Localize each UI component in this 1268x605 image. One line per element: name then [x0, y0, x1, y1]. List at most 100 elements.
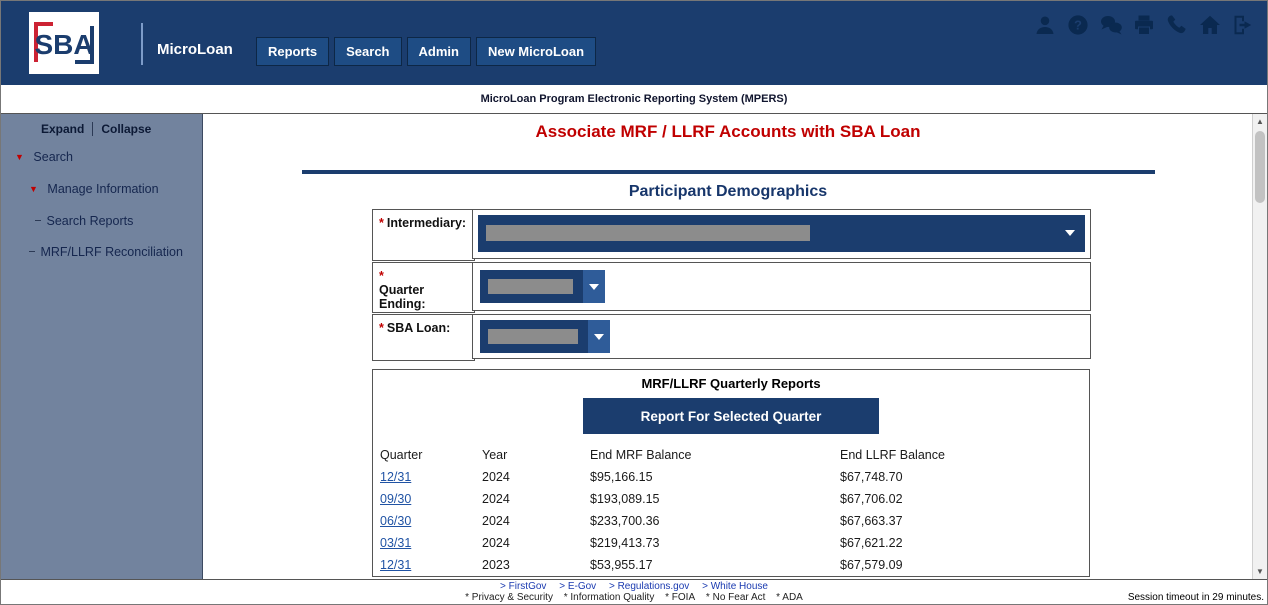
year-cell: 2024 [482, 488, 590, 510]
quarterly-reports-panel: MRF/LLRF Quarterly Reports Report For Se… [372, 369, 1090, 577]
quarter-link[interactable]: 12/31 [380, 558, 411, 572]
quarterly-reports-title: MRF/LLRF Quarterly Reports [373, 376, 1089, 391]
tree-connector [29, 251, 35, 252]
intermediary-label-text: Intermediary: [387, 216, 466, 230]
print-icon[interactable] [1132, 13, 1156, 37]
header-nav: Reports Search Admin New MicroLoan [256, 37, 596, 66]
sidebar-item-label: Search Reports [46, 214, 133, 228]
page-title: Associate MRF / LLRF Accounts with SBA L… [203, 122, 1253, 142]
required-marker: * [379, 216, 384, 230]
header-icons: ? [1033, 13, 1255, 37]
app-name: MicroLoan [157, 41, 233, 58]
home-icon[interactable] [1198, 13, 1222, 37]
quarter-link[interactable]: 06/30 [380, 514, 411, 528]
mrf-balance-cell: $219,413.73 [590, 532, 840, 554]
mrf-balance-cell: $233,700.36 [590, 510, 840, 532]
footer-link-no-fear-act[interactable]: * No Fear Act [706, 592, 765, 603]
svg-text:?: ? [1074, 18, 1082, 33]
footer-link-whitehouse[interactable]: > White House [702, 581, 768, 592]
intermediary-label: *Intermediary: [372, 209, 475, 261]
vertical-scrollbar[interactable]: ▲ ▼ [1252, 114, 1267, 579]
sidebar-expand-collapse: Expand Collapse [41, 122, 151, 136]
quarter-link[interactable]: 09/30 [380, 492, 411, 506]
table-header-row: Quarter Year End MRF Balance End LLRF Ba… [380, 444, 1080, 466]
quarter-ending-label-text: Quarter Ending: [379, 283, 474, 311]
header-bar: SBA MicroLoan Reports Search Admin New M… [1, 1, 1267, 85]
mrf-balance-cell: $53,955.17 [590, 554, 840, 576]
llrf-balance-cell: $67,579.09 [840, 554, 1080, 576]
quarter-ending-label: * Quarter Ending: [372, 262, 475, 313]
table-row: 12/31 2023 $53,955.17 $67,579.09 [380, 554, 1080, 576]
table-row: 03/31 2024 $219,413.73 $67,621.22 [380, 532, 1080, 554]
user-icon[interactable] [1033, 13, 1057, 37]
footer-link-firstgov[interactable]: > FirstGov [500, 581, 546, 592]
phone-icon[interactable] [1165, 13, 1189, 37]
intermediary-field [472, 209, 1091, 259]
quarter-ending-select[interactable] [480, 270, 605, 303]
quarter-ending-field [472, 262, 1091, 311]
title-rule [302, 170, 1155, 174]
select-dropdown-button [588, 320, 610, 353]
footer-link-foia[interactable]: * FOIA [665, 592, 695, 603]
nav-new-microloan-button[interactable]: New MicroLoan [476, 37, 596, 66]
sba-logo[interactable]: SBA [29, 12, 99, 74]
year-cell: 2024 [482, 466, 590, 488]
col-header-quarter: Quarter [380, 444, 482, 466]
sidebar: Expand Collapse ▼ Search ▼ Manage Inform… [1, 114, 203, 579]
mrf-balance-cell: $95,166.15 [590, 466, 840, 488]
footer-links-row2: * Privacy & Security * Information Quali… [1, 593, 1267, 603]
session-timeout-text: Session timeout in 29 minutes. [1128, 592, 1264, 603]
nav-admin-button[interactable]: Admin [407, 37, 471, 66]
collapse-link[interactable]: Collapse [101, 122, 151, 136]
mrf-balance-cell: $193,089.15 [590, 488, 840, 510]
mpers-title: MicroLoan Program Electronic Reporting S… [481, 93, 788, 105]
col-header-end-mrf-balance: End MRF Balance [590, 444, 840, 466]
content-bottom-divider [1, 579, 1267, 580]
footer-link-regulations[interactable]: > Regulations.gov [609, 581, 689, 592]
scrollbar-thumb[interactable] [1255, 131, 1265, 203]
intermediary-select[interactable] [478, 215, 1085, 252]
quarter-link[interactable]: 12/31 [380, 470, 411, 484]
quarterly-reports-table: Quarter Year End MRF Balance End LLRF Ba… [380, 444, 1080, 576]
footer-link-privacy[interactable]: * Privacy & Security [465, 592, 553, 603]
scroll-up-arrow[interactable]: ▲ [1253, 114, 1267, 129]
report-selected-quarter-button[interactable]: Report For Selected Quarter [583, 398, 879, 434]
quarter-link[interactable]: 03/31 [380, 536, 411, 550]
page: SBA MicroLoan Reports Search Admin New M… [0, 0, 1268, 605]
chevron-down-icon [589, 284, 599, 290]
sidebar-item-search[interactable]: ▼ Search [15, 150, 73, 164]
required-marker: * [379, 321, 384, 335]
llrf-balance-cell: $67,748.70 [840, 466, 1080, 488]
footer-link-egov[interactable]: > E-Gov [559, 581, 596, 592]
sba-loan-label: *SBA Loan: [372, 314, 475, 361]
logout-icon[interactable] [1231, 13, 1255, 37]
year-cell: 2023 [482, 554, 590, 576]
chevron-down-icon [594, 334, 604, 340]
llrf-balance-cell: $67,621.22 [840, 532, 1080, 554]
year-cell: 2024 [482, 510, 590, 532]
sidebar-item-manage-information[interactable]: ▼ Manage Information [29, 182, 159, 196]
sba-loan-select[interactable] [480, 320, 610, 353]
nav-reports-button[interactable]: Reports [256, 37, 329, 66]
footer-link-info-quality[interactable]: * Information Quality [564, 592, 655, 603]
expand-collapse-divider [92, 122, 93, 136]
expand-link[interactable]: Expand [41, 122, 84, 136]
chat-icon[interactable] [1099, 13, 1123, 37]
footer-links-row1: > FirstGov > E-Gov > Regulations.gov > W… [1, 582, 1267, 592]
scroll-down-arrow[interactable]: ▼ [1253, 564, 1267, 579]
tree-expanded-icon: ▼ [15, 152, 24, 162]
chevron-down-icon [1065, 230, 1075, 236]
sidebar-item-label: Search [33, 150, 73, 164]
section-title: Participant Demographics [203, 183, 1253, 201]
mpers-bar: MicroLoan Program Electronic Reporting S… [1, 85, 1267, 113]
sidebar-item-label: MRF/LLRF Reconciliation [40, 245, 182, 259]
table-row: 06/30 2024 $233,700.36 $67,663.37 [380, 510, 1080, 532]
table-row: 12/31 2024 $95,166.15 $67,748.70 [380, 466, 1080, 488]
llrf-balance-cell: $67,663.37 [840, 510, 1080, 532]
sidebar-item-mrf-llrf-reconciliation[interactable]: MRF/LLRF Reconciliation [29, 245, 183, 259]
footer-link-ada[interactable]: * ADA [776, 592, 803, 603]
sidebar-item-search-reports[interactable]: Search Reports [35, 214, 133, 228]
redacted-value [488, 279, 573, 294]
help-icon[interactable]: ? [1066, 13, 1090, 37]
nav-search-button[interactable]: Search [334, 37, 401, 66]
